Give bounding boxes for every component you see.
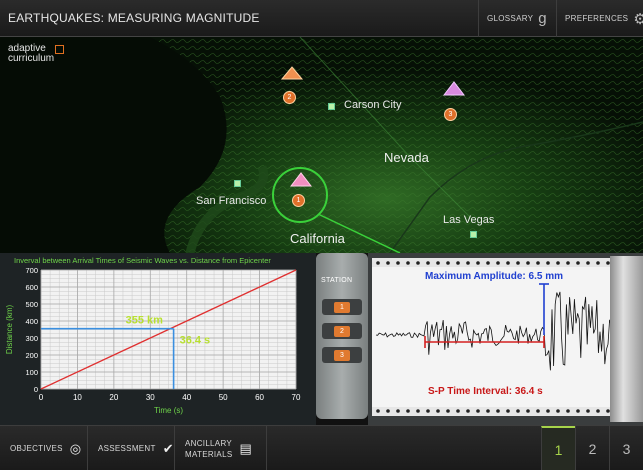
- station-label: STATION: [321, 277, 353, 284]
- epicenter-2-badge[interactable]: 2: [283, 91, 296, 104]
- station-1-button[interactable]: 1: [322, 299, 362, 315]
- city-label-san-francisco: San Francisco: [196, 195, 267, 207]
- sp-interval-label: S-P Time Interval: 36.4 s: [428, 386, 543, 397]
- page-tab-3[interactable]: 3: [609, 426, 643, 470]
- adaptive-curriculum-logo: adaptive curriculum: [8, 44, 64, 64]
- y-tick-label-500: 500: [25, 300, 38, 309]
- station-2-label: 2: [334, 325, 350, 337]
- city-dot-las-vegas: [470, 231, 477, 238]
- x-tick-label-70: 70: [292, 393, 301, 402]
- state-label-california: California: [290, 231, 345, 246]
- station-2-button[interactable]: 2: [322, 323, 362, 339]
- y-tick-label-700: 700: [25, 266, 38, 275]
- document-icon: ▤: [239, 440, 253, 456]
- distance-annotation: 355 km: [126, 315, 164, 327]
- objectives-button[interactable]: OBJECTIVES ◎: [0, 426, 88, 470]
- seismograph: Maximum Amplitude: 6.5 mm S-P Time Inter…: [368, 253, 643, 425]
- glossary-g-icon: g: [538, 10, 547, 27]
- x-tick-label-50: 50: [219, 393, 228, 402]
- chart-panel: Inverval between Arrival Times of Seismi…: [0, 253, 316, 425]
- ancillary-materials-button[interactable]: ANCILLARY MATERIALS ▤: [175, 426, 267, 470]
- city-dot-san-francisco: [234, 180, 241, 187]
- city-dot-carson-city: [328, 103, 335, 110]
- city-label-las-vegas: Las Vegas: [443, 214, 495, 226]
- preferences-button[interactable]: PREFERENCES ⚙: [556, 0, 643, 37]
- y-axis-label: Distance (km): [5, 304, 14, 354]
- station-3-button[interactable]: 3: [322, 347, 362, 363]
- y-tick-label-300: 300: [25, 334, 38, 343]
- ancillary-label: ANCILLARY MATERIALS: [185, 438, 232, 460]
- station-panel: STATION 1 2 3: [316, 253, 368, 419]
- epicenter-1-badge[interactable]: 1: [292, 194, 305, 207]
- map-view: adaptive curriculum 2 3 1 Carson City Sa…: [0, 37, 643, 253]
- x-tick-label-30: 30: [146, 393, 155, 402]
- logo-mark: [55, 45, 64, 54]
- x-tick-label-0: 0: [39, 393, 44, 402]
- max-amplitude-label: Maximum Amplitude: 6.5 mm: [425, 271, 563, 282]
- target-icon: ◎: [69, 440, 82, 456]
- gear-icon: ⚙: [633, 10, 643, 28]
- ancillary-line2: MATERIALS: [185, 449, 233, 459]
- y-tick-label-0: 0: [34, 385, 38, 394]
- station-1-label: 1: [334, 301, 350, 313]
- x-tick-label-10: 10: [73, 393, 82, 402]
- page-tab-1[interactable]: 1: [541, 426, 575, 470]
- y-tick-label-100: 100: [25, 368, 38, 377]
- y-tick-label-600: 600: [25, 283, 38, 292]
- app-title: EARTHQUAKES: MEASURING MAGNITUDE: [8, 11, 260, 25]
- distance-time-chart: 0 10 20 30 40 50 60 700100200300400500600700355…: [5, 266, 301, 415]
- checkmark-icon: ✔: [162, 440, 174, 456]
- page-tab-2[interactable]: 2: [575, 426, 609, 470]
- time-annotation: 36.4 s: [180, 335, 211, 347]
- state-label-nevada: Nevada: [384, 150, 429, 165]
- logo-line2: curriculum: [8, 53, 55, 64]
- glossary-label: GLOSSARY: [487, 14, 534, 23]
- map-terrain: [0, 37, 643, 253]
- objectives-label: OBJECTIVES: [10, 444, 63, 453]
- y-tick-label-400: 400: [25, 317, 38, 326]
- preferences-label: PREFERENCES: [565, 14, 629, 23]
- x-axis-label: Time (s): [154, 406, 183, 415]
- x-tick-label-60: 60: [255, 393, 264, 402]
- x-tick-label-20: 20: [109, 393, 118, 402]
- assessment-label: ASSESSMENT: [98, 444, 156, 453]
- bottom-bar: OBJECTIVES ◎ ASSESSMENT ✔ ANCILLARY MATE…: [0, 425, 643, 470]
- assessment-button[interactable]: ASSESSMENT ✔: [88, 426, 175, 470]
- x-tick-label-40: 40: [182, 393, 191, 402]
- top-bar: EARTHQUAKES: MEASURING MAGNITUDE GLOSSAR…: [0, 0, 643, 37]
- seismograph-drum: [610, 256, 643, 422]
- y-tick-label-200: 200: [25, 351, 38, 360]
- city-label-carson-city: Carson City: [344, 99, 402, 111]
- epicenter-3-badge[interactable]: 3: [444, 108, 457, 121]
- station-3-label: 3: [334, 349, 350, 361]
- ancillary-line1: ANCILLARY: [185, 438, 233, 448]
- glossary-button[interactable]: GLOSSARY g: [478, 0, 556, 37]
